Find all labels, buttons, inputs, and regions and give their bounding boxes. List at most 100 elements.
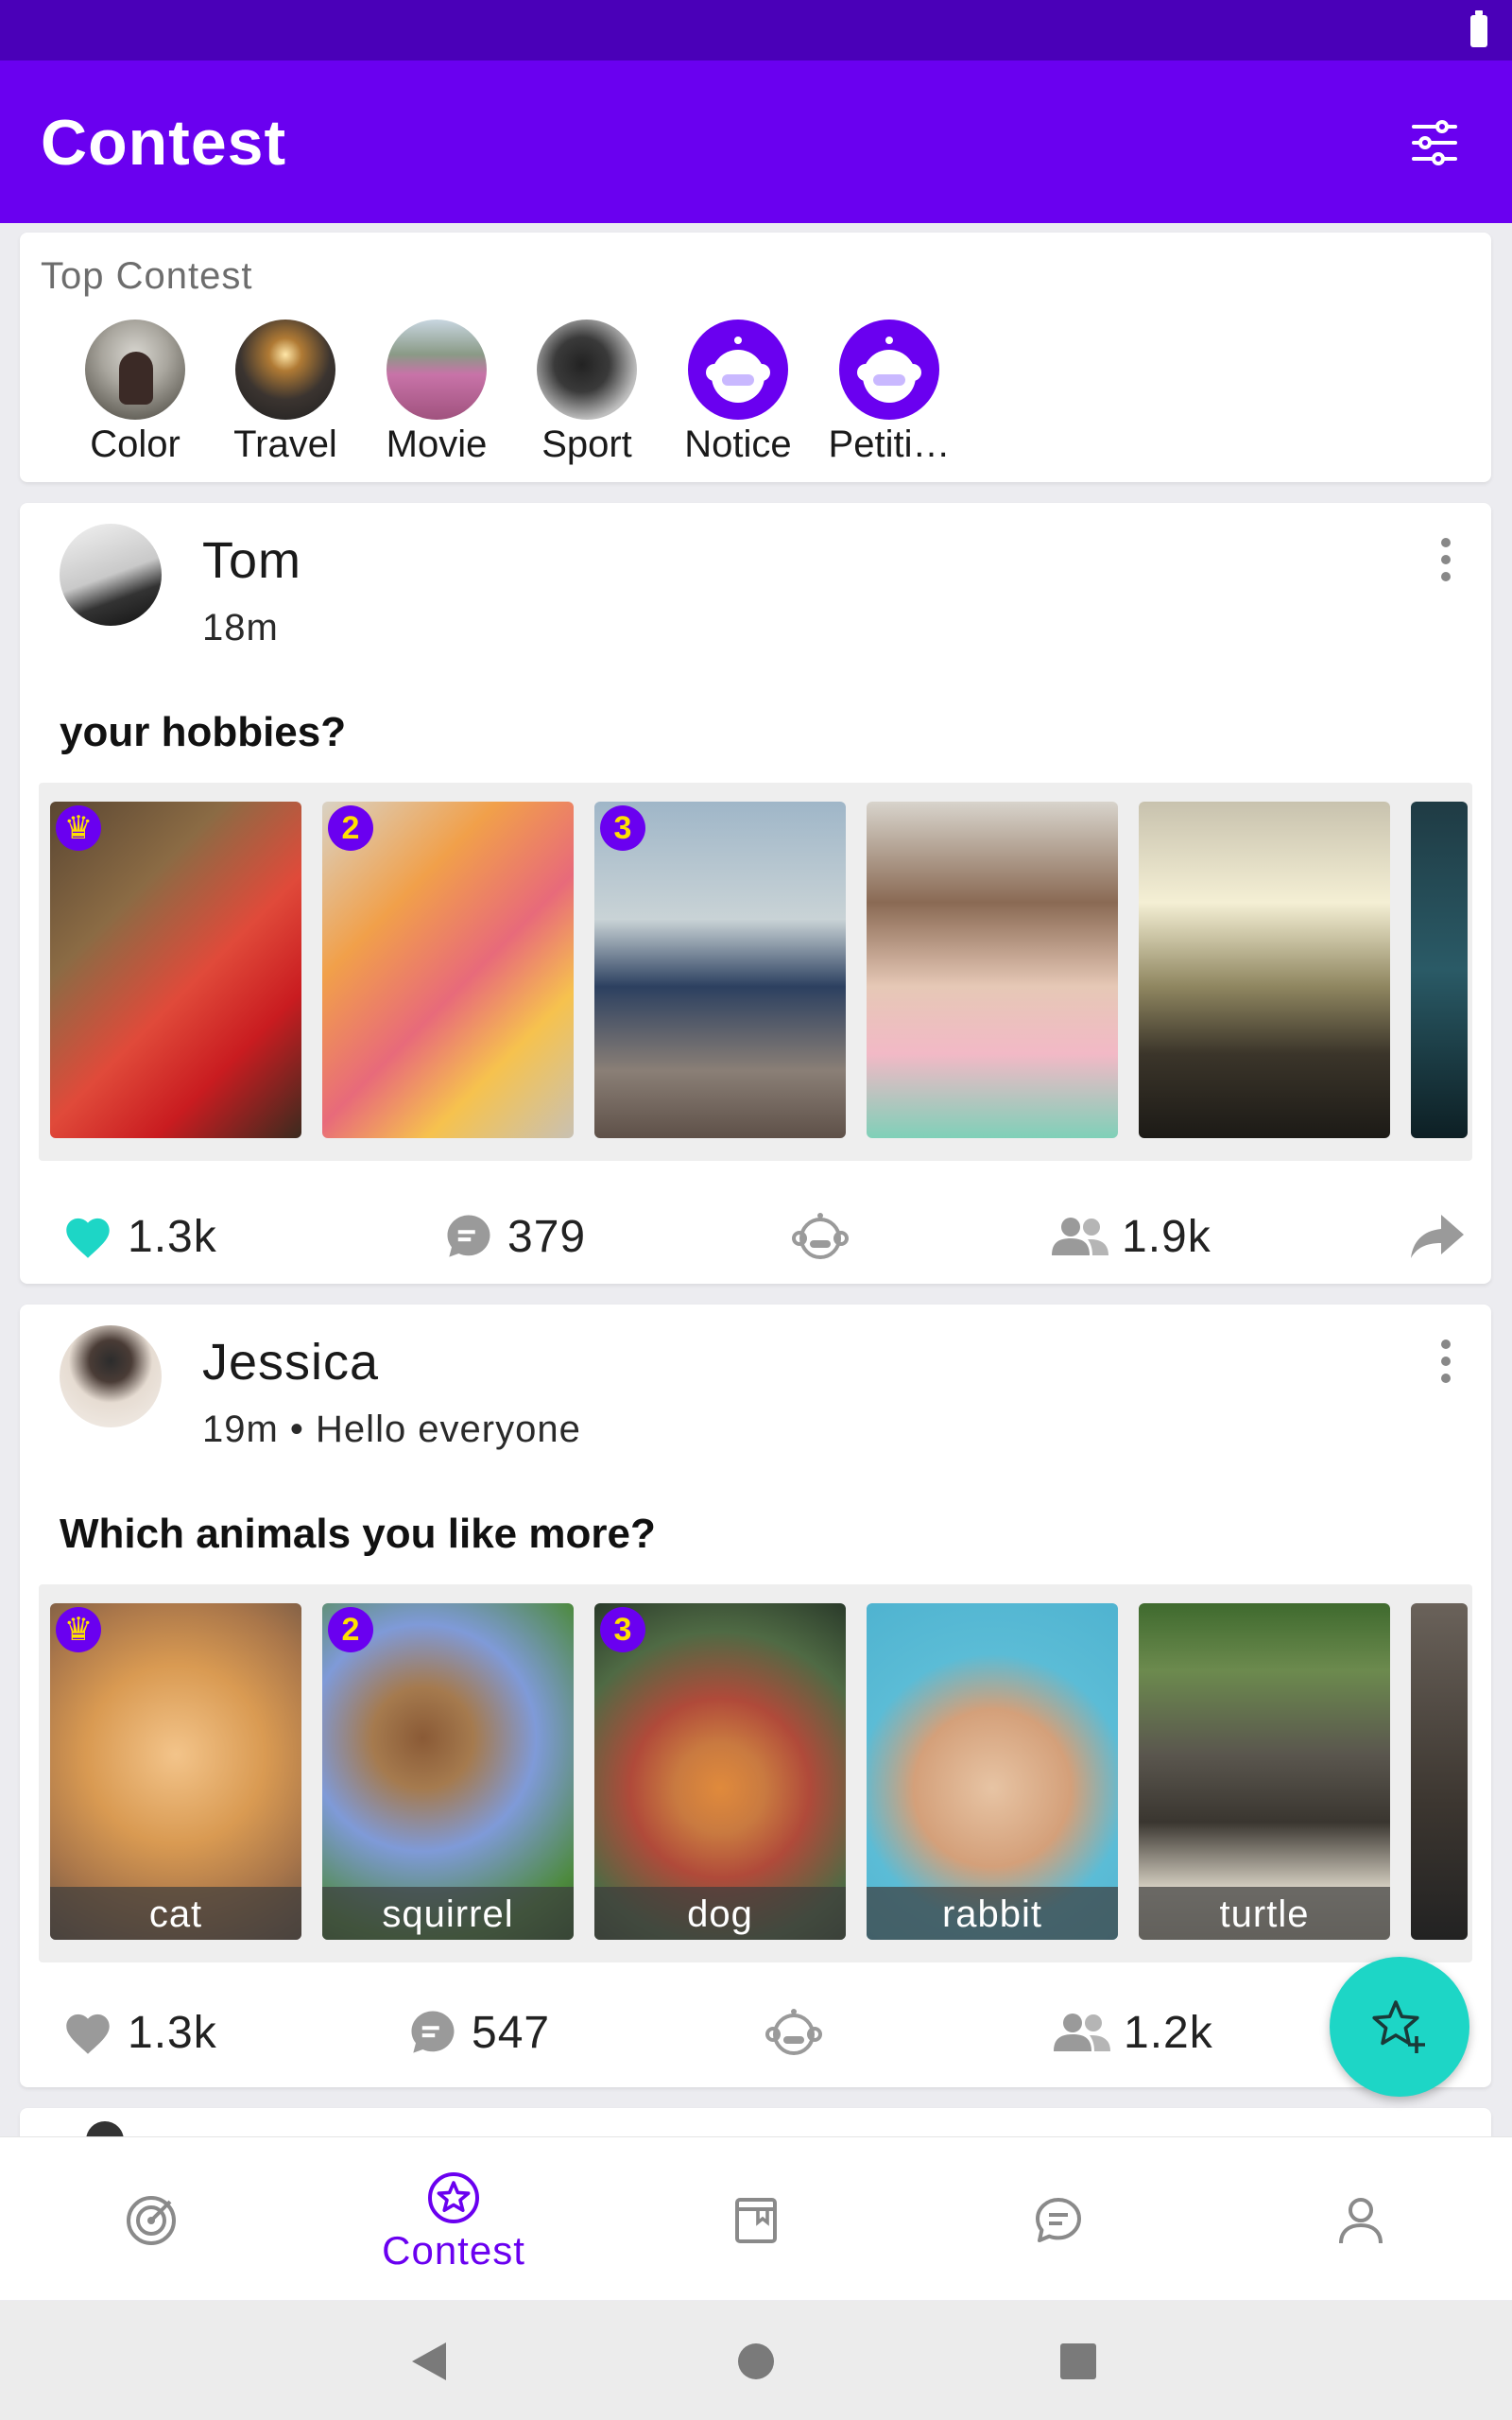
comment-icon [447, 1215, 490, 1257]
contest-mascot-button[interactable] [763, 1985, 825, 2080]
profile-icon [1339, 2198, 1383, 2244]
rank-badge: 3 [600, 805, 645, 851]
image-caption: cat [50, 1887, 301, 1940]
monkey-icon [792, 1213, 849, 1259]
status-bar [0, 0, 1512, 60]
nav-item-messages[interactable] [907, 2137, 1210, 2300]
chat-icon [1036, 2198, 1081, 2242]
top-contest-item-petition[interactable]: Petiti… [814, 320, 965, 466]
comment-count: 379 [507, 1211, 587, 1262]
contest-image[interactable]: ♛ [50, 802, 301, 1138]
contest-image[interactable]: ♛ cat [50, 1603, 301, 1940]
share-button[interactable] [1411, 1189, 1464, 1284]
top-contest-item-color[interactable]: Color [60, 320, 211, 466]
contest-thumbnail [537, 320, 637, 420]
heart-icon [66, 1218, 110, 1258]
monkey-icon [765, 2009, 822, 2055]
top-contest-item-sport[interactable]: Sport [511, 320, 662, 466]
page-title: Contest [41, 107, 287, 179]
home-icon[interactable] [737, 2342, 775, 2380]
top-contest-item-notice[interactable]: Notice [662, 320, 814, 466]
image-caption: dog [594, 1887, 846, 1940]
participants-button[interactable]: 1.9k [1052, 1189, 1211, 1284]
contest-mascot-button[interactable] [789, 1189, 851, 1284]
recents-icon[interactable] [1059, 2342, 1097, 2380]
top-contest-card: Top Contest Color Travel Movie Sport Not… [20, 233, 1491, 482]
like-button[interactable]: 1.3k [61, 1985, 217, 2080]
contest-image[interactable] [1139, 802, 1390, 1138]
image-strip[interactable]: ♛ 2 3 [39, 783, 1472, 1161]
contest-thumbnail [85, 320, 185, 420]
comment-count: 547 [472, 2007, 551, 2058]
contest-image[interactable]: 2 squirrel [322, 1603, 574, 1940]
group-icon [1054, 2014, 1110, 2051]
filter-sliders-icon[interactable] [1410, 119, 1459, 166]
contest-thumbnail [387, 320, 487, 420]
nav-label: Contest [382, 2228, 525, 2273]
crown-icon: ♛ [56, 1607, 101, 1652]
nav-item-profile[interactable] [1210, 2137, 1512, 2300]
like-button[interactable]: 1.3k [61, 1189, 217, 1284]
system-navigation-bar [0, 2301, 1512, 2420]
comment-icon [411, 2011, 455, 2053]
post-time-status: 19m • Hello everyone [202, 1409, 581, 1450]
comment-button[interactable]: 379 [443, 1189, 586, 1284]
monkey-logo-icon [688, 320, 788, 420]
comment-button[interactable]: 547 [407, 1985, 550, 2080]
contest-image[interactable] [1411, 1603, 1468, 1940]
top-contest-item-travel[interactable]: Travel [210, 320, 361, 466]
image-caption: rabbit [867, 1887, 1118, 1940]
avatar[interactable] [60, 524, 162, 626]
target-icon [127, 2196, 176, 2245]
contest-image[interactable] [867, 802, 1118, 1138]
more-vert-icon[interactable] [1438, 1337, 1453, 1386]
battery-icon [1470, 10, 1487, 47]
contest-name: Petiti… [828, 424, 951, 465]
contest-question: your hobbies? [60, 709, 347, 755]
participant-count: 1.9k [1122, 1211, 1211, 1262]
rank-badge: 3 [600, 1607, 645, 1652]
monkey-logo-icon [839, 320, 939, 420]
contest-name: Movie [386, 424, 488, 465]
avatar[interactable] [60, 1325, 162, 1427]
contest-image[interactable]: 2 [322, 802, 574, 1138]
rank-badge: 2 [328, 1607, 373, 1652]
nav-item-target[interactable] [0, 2137, 302, 2300]
author-name[interactable]: Jessica [202, 1333, 379, 1392]
contest-post: Tom 18m your hobbies? ♛ 2 3 1.3k 379 1.9… [20, 503, 1491, 1284]
contest-image[interactable]: turtle [1139, 1603, 1390, 1940]
contest-name: Travel [233, 424, 337, 465]
author-name[interactable]: Tom [202, 531, 301, 590]
nav-item-library[interactable] [605, 2137, 907, 2300]
contest-image[interactable]: 3 [594, 802, 846, 1138]
star-badge-icon [428, 2172, 479, 2223]
contest-image[interactable] [1411, 802, 1468, 1138]
nav-item-contest[interactable]: Contest [302, 2137, 605, 2300]
bottom-navigation: Contest [0, 2136, 1512, 2300]
top-contest-item-movie[interactable]: Movie [361, 320, 512, 466]
contest-image[interactable]: rabbit [867, 1603, 1118, 1940]
participant-count: 1.2k [1124, 2007, 1213, 2058]
participants-button[interactable]: 1.2k [1054, 1985, 1213, 2080]
contest-question: Which animals you like more? [60, 1511, 656, 1557]
image-strip[interactable]: ♛ cat 2 squirrel 3 dog rabbit turtle [39, 1584, 1472, 1962]
contest-image[interactable]: 3 dog [594, 1603, 846, 1940]
more-vert-icon[interactable] [1438, 535, 1453, 584]
rank-badge: 2 [328, 805, 373, 851]
create-contest-fab[interactable] [1330, 1957, 1469, 2097]
top-contest-label: Top Contest [41, 255, 253, 297]
like-count: 1.3k [128, 2007, 217, 2058]
image-caption: squirrel [322, 1887, 574, 1940]
post-time: 18m [202, 607, 279, 648]
app-bar: Contest [0, 60, 1512, 223]
image-caption: turtle [1139, 1887, 1390, 1940]
back-icon[interactable] [410, 2341, 448, 2382]
share-icon [1411, 1215, 1464, 1258]
crown-icon: ♛ [56, 805, 101, 851]
star-add-icon [1372, 2000, 1425, 2053]
like-count: 1.3k [128, 1211, 217, 1262]
contest-name: Color [90, 424, 180, 465]
post-actions: 1.3k 547 1.2k [20, 1985, 1491, 2080]
contest-name: Sport [541, 424, 632, 465]
contest-post: Jessica 19m • Hello everyone Which anima… [20, 1305, 1491, 2087]
